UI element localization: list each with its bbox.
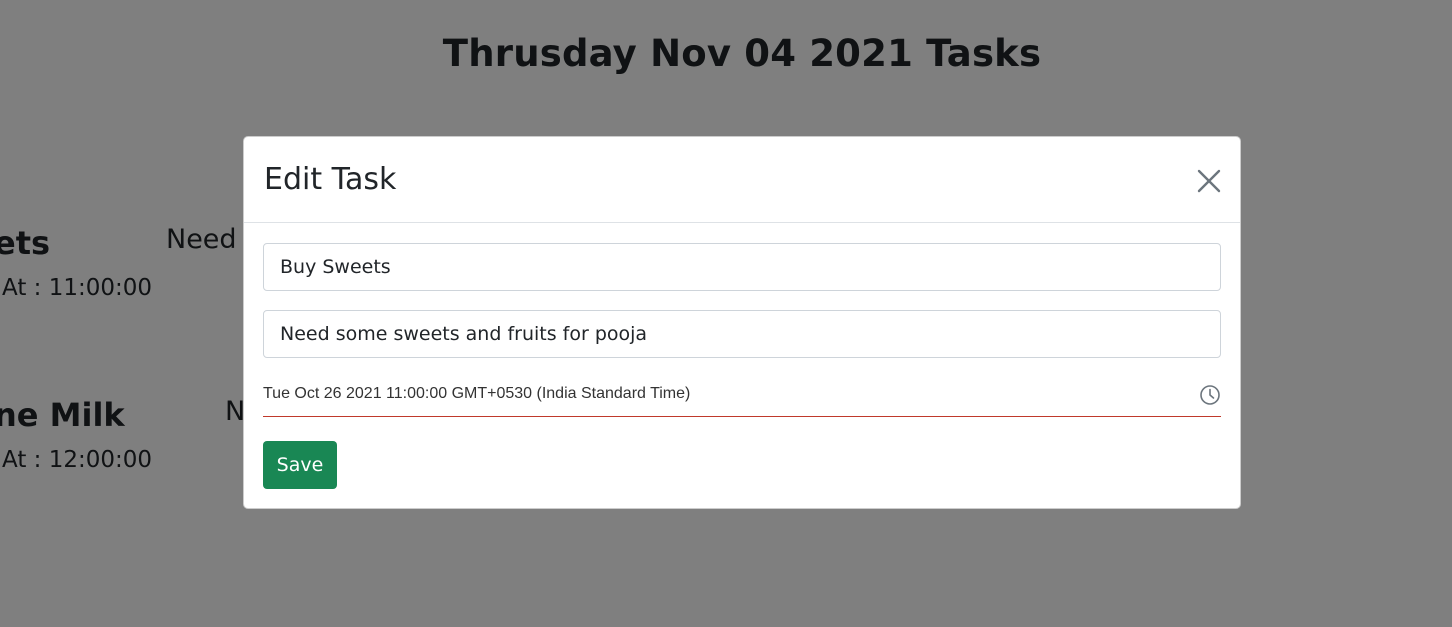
datetime-value: Tue Oct 26 2021 11:00:00 GMT+0530 (India… — [263, 385, 691, 402]
task-name-input[interactable] — [263, 243, 1221, 291]
close-icon — [1197, 169, 1221, 193]
close-button[interactable] — [1192, 164, 1226, 198]
datetime-picker[interactable]: Tue Oct 26 2021 11:00:00 GMT+0530 (India… — [263, 379, 1221, 417]
save-button[interactable]: Save — [263, 441, 337, 489]
task-description-input[interactable] — [263, 310, 1221, 358]
clock-icon[interactable] — [1199, 384, 1221, 406]
modal-title: Edit Task — [264, 162, 397, 197]
edit-task-modal: Edit Task Tue Oct 26 2021 11:00:00 GMT+0… — [243, 136, 1241, 509]
modal-header: Edit Task — [244, 137, 1240, 223]
